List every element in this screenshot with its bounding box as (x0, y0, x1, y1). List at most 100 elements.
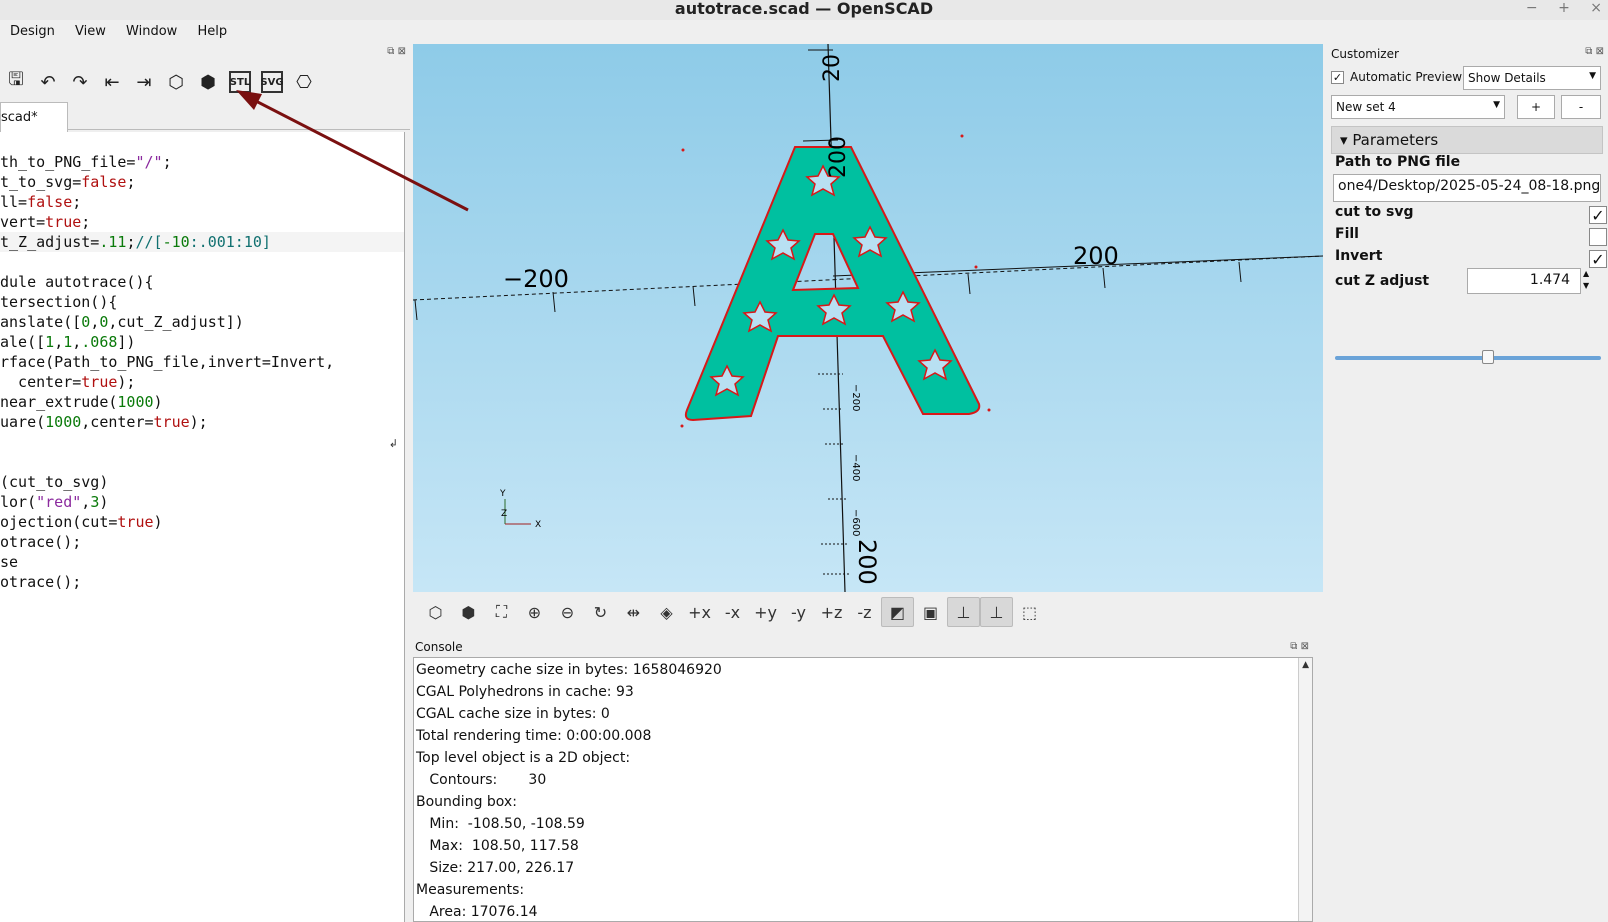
x-axis-label-pos: 200 (1073, 242, 1119, 270)
float-icon[interactable]: ⧉ (1585, 46, 1592, 57)
path-input[interactable]: one4/Desktop/2025-05-24_08-18.png (1333, 174, 1601, 202)
unindent-icon[interactable]: ⇤ (96, 68, 128, 96)
invert-checkbox[interactable]: ✓ (1589, 250, 1607, 269)
fill-checkbox[interactable] (1589, 228, 1607, 246)
show-details-select[interactable]: Show Details ▼ (1463, 66, 1601, 90)
code-line[interactable]: near_extrude(1000) (0, 392, 404, 412)
float-icon[interactable]: ⧉ (387, 46, 394, 57)
code-line[interactable]: rface(Path_to_PNG_file,invert=Invert, (0, 352, 404, 372)
code-line[interactable]: anslate([0,0,cut_Z_adjust]) (0, 312, 404, 332)
scroll-up-icon[interactable]: ▲ (1302, 660, 1309, 670)
zoom-out-icon[interactable]: ⊖ (551, 597, 584, 627)
close-icon[interactable]: ⊠ (1301, 641, 1309, 652)
orthogonal-icon[interactable]: ▣ (914, 597, 947, 627)
slider-handle[interactable] (1481, 350, 1494, 364)
cut-z-adjust-slider[interactable] (1335, 356, 1601, 360)
customizer-panel: Customizer ⧉ ⊠ ✓ Automatic Preview Show … (1327, 44, 1608, 922)
console-output[interactable]: ▲ Geometry cache size in bytes: 16580469… (413, 657, 1313, 922)
parameters-header[interactable]: ▾ Parameters (1331, 126, 1603, 154)
zoom-in-icon[interactable]: ⊕ (518, 597, 551, 627)
spinbox-arrows[interactable]: ▲ ▼ (1583, 268, 1589, 292)
code-line[interactable]: (cut_to_svg) (0, 472, 404, 492)
code-line[interactable] (0, 132, 404, 152)
code-line[interactable]: uare(1000,center=true); (0, 412, 404, 432)
render-icon[interactable]: ⬢ (452, 597, 485, 627)
view-front-icon[interactable]: -y (782, 597, 815, 627)
code-editor[interactable]: ↲ th_to_PNG_file="/"; t_to_svg=false; ll=f… (0, 132, 405, 922)
view-bottom-icon[interactable]: -z (848, 597, 881, 627)
view-all-icon[interactable]: ⛶ (485, 597, 518, 627)
preview-icon[interactable]: ⬡ (160, 68, 192, 96)
view-back-icon[interactable]: +y (749, 597, 782, 627)
code-line[interactable]: otrace(); (0, 572, 404, 592)
view-right-icon[interactable]: +x (683, 597, 716, 627)
menu-window[interactable]: Window (116, 20, 183, 39)
save-icon[interactable]: 🖫 (0, 68, 32, 96)
code-line[interactable]: lor("red",3) (0, 492, 404, 512)
console-panel: Console ⧉ ⊠ ▲ Geometry cache size in byt… (413, 637, 1323, 922)
code-line[interactable]: ojection(cut=true) (0, 512, 404, 532)
editor-tabs: scad* (0, 102, 410, 132)
menu-design[interactable]: Design (0, 20, 61, 39)
code-line[interactable]: se (0, 552, 404, 572)
cut-to-svg-checkbox[interactable]: ✓ (1589, 206, 1607, 225)
console-line: Total rendering time: 0:00:00.008 (416, 728, 652, 744)
automatic-preview-checkbox[interactable]: ✓ (1331, 70, 1344, 84)
code-line[interactable]: center=true); (0, 372, 404, 392)
reset-view-icon[interactable]: ↻ (584, 597, 617, 627)
y-tick-label-mid: −400 (850, 454, 861, 481)
console-scrollbar[interactable]: ▲ (1298, 658, 1312, 921)
float-icon[interactable]: ⧉ (1290, 641, 1297, 652)
cut-z-adjust-input[interactable]: 1.474 (1467, 268, 1581, 294)
show-axes-icon[interactable]: ⊥ (947, 597, 980, 627)
code-line[interactable]: ale([1,1,.068]) (0, 332, 404, 352)
code-line[interactable] (0, 432, 404, 452)
view-top-icon[interactable]: +z (815, 597, 848, 627)
perspective-icon[interactable]: ◩ (881, 597, 914, 627)
view-left-icon[interactable]: -x (716, 597, 749, 627)
undo-icon[interactable]: ↶ (32, 68, 64, 96)
export-stl-icon[interactable]: STL (229, 71, 251, 93)
maximize-button[interactable]: + (1558, 0, 1570, 16)
show-edges-icon[interactable]: ◈ (650, 597, 683, 627)
add-preset-button[interactable]: + (1517, 95, 1555, 119)
close-window-button[interactable]: × (1590, 0, 1602, 16)
indent-icon[interactable]: ⇥ (128, 68, 160, 96)
menu-view[interactable]: View (65, 20, 112, 39)
export-svg-icon[interactable]: SVG (260, 71, 284, 93)
code-line[interactable]: dule autotrace(){ (0, 272, 404, 292)
editor-toolbar: 🖫 ↶ ↷ ⇤ ⇥ ⬡ ⬢ STL SVG ⎔ (0, 66, 320, 98)
code-line[interactable]: tersection(){ (0, 292, 404, 312)
automatic-preview-toggle[interactable]: ✓ Automatic Preview (1331, 70, 1462, 84)
viewall-perspective-icon[interactable]: ⇹ (617, 597, 650, 627)
show-scale-icon[interactable]: ⊥ (980, 597, 1013, 627)
parameters-label: Parameters (1352, 131, 1439, 149)
tab-autotrace[interactable]: scad* (0, 102, 68, 132)
code-line[interactable]: vert=true; (0, 212, 404, 232)
code-line[interactable]: ll=false; (0, 192, 404, 212)
console-pane-controls: ⧉ ⊠ (1290, 641, 1309, 652)
console-line: CGAL Polyhedrons in cache: 93 (416, 684, 634, 700)
remove-preset-button[interactable]: - (1561, 95, 1601, 119)
code-line[interactable]: t_Z_adjust=.11;//[-10:.001:10] (0, 232, 404, 252)
code-line[interactable]: t_to_svg=false; (0, 172, 404, 192)
close-icon[interactable]: ⊠ (1596, 46, 1604, 57)
console-line: Bounding box: (416, 794, 517, 810)
redo-icon[interactable]: ↷ (64, 68, 96, 96)
render-icon[interactable]: ⬢ (192, 68, 224, 96)
y-tick-label-low: −600 (850, 509, 861, 536)
cut-to-svg-label: cut to svg (1335, 204, 1414, 220)
3d-viewport[interactable]: 20 200 −200 200 −200 −400 −600 200 Y X Z (413, 44, 1323, 592)
fill-label: Fill (1335, 226, 1359, 242)
show-crosshairs-icon[interactable]: ⬚ (1013, 597, 1046, 627)
minimize-button[interactable]: − (1526, 0, 1538, 16)
code-line[interactable] (0, 252, 404, 272)
code-line[interactable]: th_to_PNG_file="/"; (0, 152, 404, 172)
menu-help[interactable]: Help (187, 20, 233, 39)
send-to-print-icon[interactable]: ⎔ (288, 68, 320, 96)
preset-select[interactable]: New set 4 ▼ (1331, 95, 1505, 119)
preview-icon[interactable]: ⬡ (419, 597, 452, 627)
close-icon[interactable]: ⊠ (398, 46, 406, 57)
code-line[interactable] (0, 452, 404, 472)
code-line[interactable]: otrace(); (0, 532, 404, 552)
